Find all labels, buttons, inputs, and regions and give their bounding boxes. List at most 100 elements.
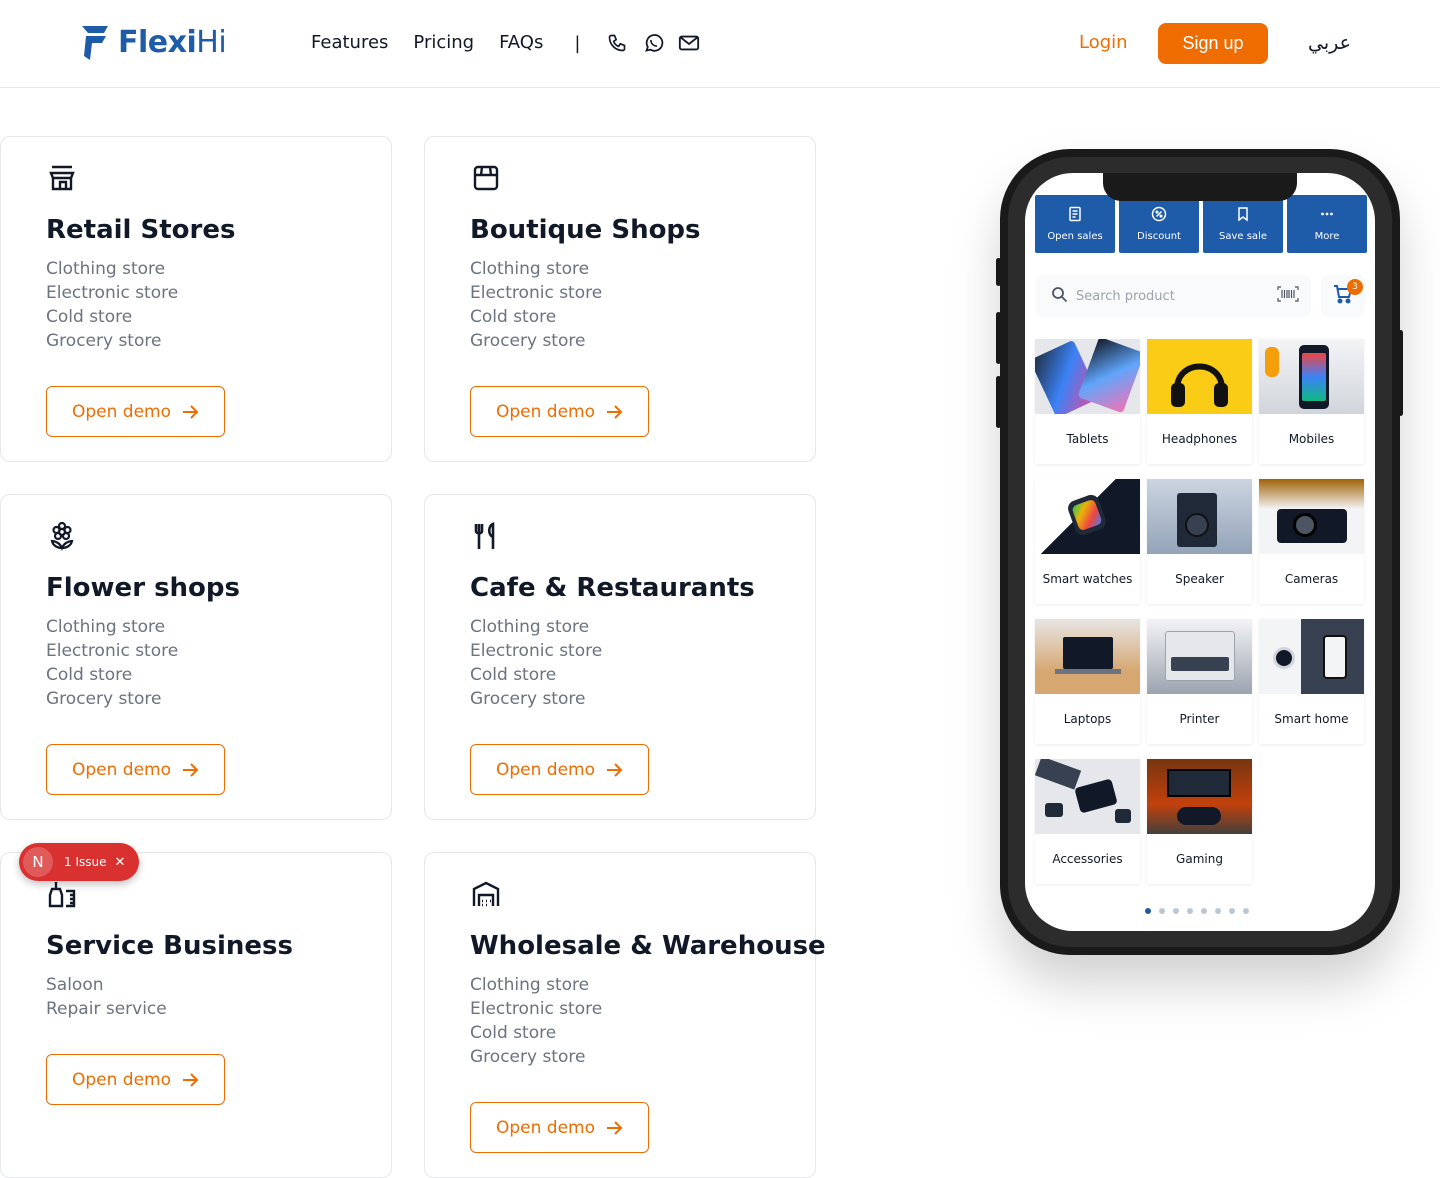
save-sale-button[interactable]: Save sale [1203,195,1283,253]
cart-button[interactable]: 3 [1321,275,1365,317]
list-item: Saloon [46,975,104,995]
product-tile[interactable]: Mobiles [1259,339,1364,464]
login-link[interactable]: Login [1079,30,1128,56]
product-name: Smart watches [1042,572,1133,586]
list-item: Cold store [470,665,557,685]
open-demo-button[interactable]: Open demo [46,386,225,437]
open-demo-label: Open demo [495,1117,596,1138]
page-dot[interactable] [1229,908,1235,914]
arrow-right-icon [181,761,199,779]
card-items: Clothing store Electronic store Cold sto… [46,615,178,711]
mail-icon[interactable] [678,32,700,54]
product-name: Accessories [1052,852,1123,866]
open-demo-button[interactable]: Open demo [46,1054,225,1105]
page-dot[interactable] [1201,908,1207,914]
product-tile[interactable]: Gaming [1147,759,1252,884]
product-tile[interactable]: Smart watches [1035,479,1140,604]
search-icon [1051,286,1068,307]
product-name: Smart home [1274,712,1349,726]
nav-pricing[interactable]: Pricing [413,30,474,56]
list-item: Electronic store [46,283,179,303]
service-icon [47,879,77,909]
product-tile[interactable]: Printer [1147,619,1252,744]
product-tile[interactable]: Cameras [1259,479,1364,604]
more-button[interactable]: More [1287,195,1367,253]
card-flower-shops: Flower shops Clothing store Electronic s… [0,494,392,820]
speaker-image [1147,479,1252,554]
product-tile[interactable]: Smart home [1259,619,1364,744]
list-item: Grocery store [470,689,586,709]
product-search[interactable]: Search product [1035,275,1311,317]
open-demo-button[interactable]: Open demo [46,744,225,795]
open-demo-label: Open demo [495,759,596,780]
open-demo-button[interactable]: Open demo [470,744,649,795]
product-tile[interactable]: Laptops [1035,619,1140,744]
phone-icon[interactable] [606,32,628,54]
list-item: Grocery store [46,331,162,351]
product-name: Tablets [1066,432,1109,446]
open-sales-button[interactable]: Open sales [1035,195,1115,253]
toolbar-label: Open sales [1047,231,1103,242]
toolbar-label: More [1314,231,1340,242]
toolbar-label: Discount [1137,231,1181,242]
product-tile[interactable]: Headphones [1147,339,1252,464]
page-indicator [1145,908,1257,914]
nav-features[interactable]: Features [311,30,388,56]
open-demo-label: Open demo [495,401,596,422]
product-tile[interactable]: Accessories [1035,759,1140,884]
barcode-icon[interactable] [1277,286,1299,306]
fork-knife-icon [471,521,501,551]
cart-count-badge: 3 [1347,279,1363,295]
list-item: Cold store [46,665,133,685]
warehouse-icon [471,879,501,909]
card-title: Retail Stores [46,215,236,245]
smart-watches-image [1035,479,1140,554]
cameras-image [1259,479,1364,554]
pos-toolbar: Open sales Discount Save sale More [1035,195,1371,253]
list-item: Clothing store [470,617,590,637]
list-item: Grocery store [470,331,586,351]
list-item: Cold store [470,307,557,327]
open-demo-button[interactable]: Open demo [470,1102,649,1153]
more-dots-icon [1319,206,1335,226]
shop-icon [471,163,501,193]
list-item: Electronic store [470,999,603,1019]
nav-faqs[interactable]: FAQs [499,30,543,56]
page-dot[interactable] [1173,908,1179,914]
open-demo-label: Open demo [71,759,172,780]
logo-mark-icon [80,24,110,62]
list-item: Electronic store [470,641,603,661]
gaming-image [1147,759,1252,834]
issue-badge[interactable]: N 1 Issue ✕ [19,843,139,881]
list-item: Clothing store [470,259,590,279]
whatsapp-icon[interactable] [642,32,664,54]
page-dot[interactable] [1145,908,1151,914]
signup-button[interactable]: Sign up [1158,23,1268,64]
list-item: Clothing store [470,975,590,995]
arrow-right-icon [181,1071,199,1089]
open-demo-button[interactable]: Open demo [470,386,649,437]
flexihi-logo[interactable]: FlexiHi [80,24,227,62]
language-switch[interactable]: عربي [1308,30,1351,56]
bookmark-icon [1235,206,1251,226]
product-name: Headphones [1161,432,1238,446]
smart-home-image [1259,619,1364,694]
card-service-business: Service Business Saloon Repair service O… [0,852,392,1178]
list-item: Clothing store [46,617,166,637]
page-dot[interactable] [1159,908,1165,914]
product-tile[interactable]: Tablets [1035,339,1140,464]
discount-icon [1151,206,1167,226]
page-dot[interactable] [1215,908,1221,914]
product-name: Mobiles [1288,432,1335,446]
receipt-icon [1067,206,1083,226]
card-items: Clothing store Electronic store Cold sto… [470,973,602,1069]
phone-screen: Open sales Discount Save sale More Searc… [1025,173,1375,931]
close-icon[interactable]: ✕ [114,855,125,870]
product-tile[interactable]: Speaker [1147,479,1252,604]
discount-button[interactable]: Discount [1119,195,1199,253]
product-name: Laptops [1063,712,1112,726]
headphones-image [1147,339,1252,414]
card-items: Clothing store Electronic store Cold sto… [470,615,602,711]
page-dot[interactable] [1187,908,1193,914]
page-dot[interactable] [1243,908,1249,914]
